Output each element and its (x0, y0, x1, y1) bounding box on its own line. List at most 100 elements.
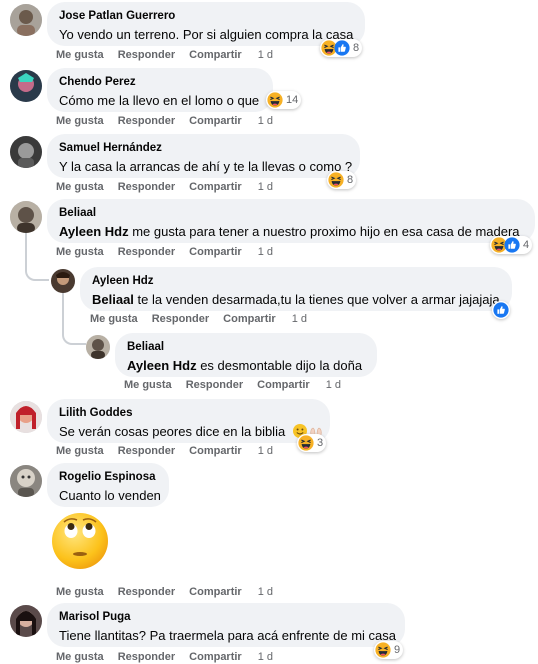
like-button[interactable]: Me gusta (56, 246, 104, 258)
reply-button[interactable]: Responder (118, 246, 175, 258)
avatar[interactable] (86, 335, 110, 359)
timestamp[interactable]: 1 d (258, 181, 273, 193)
avatar[interactable] (10, 70, 42, 102)
reply-button[interactable]: Responder (118, 651, 175, 663)
comment-author[interactable]: Lilith Goddes (59, 406, 318, 421)
reply-button[interactable]: Responder (186, 379, 243, 391)
comment-actions: Me gusta Responder Compartir 1 d (56, 444, 287, 458)
comment-author[interactable]: Chendo Perez (59, 75, 261, 90)
like-button[interactable]: Me gusta (56, 586, 104, 598)
timestamp[interactable]: 1 d (258, 115, 273, 127)
avatar[interactable] (10, 4, 42, 36)
share-button[interactable]: Compartir (257, 379, 310, 391)
timestamp[interactable]: 1 d (292, 313, 307, 325)
comment-text: Tiene llantitas? Pa traermela para acá e… (59, 628, 396, 643)
comment-author[interactable]: Beliaal (127, 340, 365, 355)
share-button[interactable]: Compartir (223, 313, 276, 325)
timestamp[interactable]: 1 d (326, 379, 341, 391)
comment-author[interactable]: Samuel Hernández (59, 141, 348, 156)
reactions-badge[interactable]: 8 (327, 171, 357, 189)
comment-actions: Me gusta Responder Compartir 1 d (56, 245, 287, 259)
reaction-count: 9 (394, 644, 401, 656)
comment-text: Ayleen Hdz es desmontable dijo la doña (127, 357, 365, 375)
comment-text: Yo vendo un terreno. Por si alguien comp… (59, 27, 354, 42)
reply-button[interactable]: Responder (118, 115, 175, 127)
reaction-count: 8 (347, 174, 354, 186)
share-button[interactable]: Compartir (189, 115, 242, 127)
comment-text-body: te la venden desarmada,tu la tienes que … (133, 292, 500, 307)
comment-author[interactable]: Rogelio Espinosa (59, 470, 157, 485)
timestamp[interactable]: 1 d (258, 651, 273, 663)
comment-actions: Me gusta Responder Compartir 1 d (56, 650, 287, 664)
reply-button[interactable]: Responder (118, 445, 175, 457)
like-button[interactable]: Me gusta (56, 115, 104, 127)
comment-text: Cómo me la llevo en el lomo o que (59, 93, 260, 108)
reply-button[interactable]: Responder (118, 181, 175, 193)
reactions-badge[interactable]: 9 (374, 641, 404, 659)
like-button[interactable]: Me gusta (124, 379, 172, 391)
avatar[interactable] (10, 465, 42, 497)
timestamp[interactable]: 1 d (258, 49, 273, 61)
share-button[interactable]: Compartir (189, 651, 242, 663)
timestamp[interactable]: 1 d (258, 445, 273, 457)
reaction-count: 8 (353, 42, 360, 54)
reactions-badge[interactable] (492, 301, 510, 319)
comment-bubble: Samuel Hernández Y la casa la arrancas d… (47, 134, 360, 178)
comment-bubble: Marisol Puga Tiene llantitas? Pa traerme… (47, 603, 405, 647)
like-button[interactable]: Me gusta (56, 651, 104, 663)
avatar[interactable] (10, 201, 42, 233)
comment-author[interactable]: Beliaal (59, 206, 523, 221)
comment-actions: Me gusta Responder Compartir 1 d (124, 378, 355, 392)
like-button[interactable]: Me gusta (56, 445, 104, 457)
comment-actions: Me gusta Responder Compartir 1 d (56, 48, 287, 62)
haha-reaction-icon (375, 642, 391, 658)
comment-author[interactable]: Marisol Puga (59, 610, 393, 625)
share-button[interactable]: Compartir (189, 49, 242, 61)
share-button[interactable]: Compartir (189, 181, 242, 193)
comment-bubble: Chendo Perez Cómo me la llevo en el lomo… (47, 68, 273, 112)
reactions-badge[interactable]: 8 (320, 39, 363, 57)
share-button[interactable]: Compartir (189, 586, 242, 598)
reactions-badge[interactable]: 14 (266, 91, 302, 109)
comment-text: Cuanto lo venden (59, 488, 161, 503)
timestamp[interactable]: 1 d (258, 246, 273, 258)
comment-text-body: es desmontable dijo la doña (196, 358, 363, 373)
comment-bubble: Rogelio Espinosa Cuanto lo venden (47, 463, 169, 507)
mention-link[interactable]: Ayleen Hdz (59, 224, 129, 239)
reply-button[interactable]: Responder (118, 586, 175, 598)
comment-author[interactable]: Ayleen Hdz (92, 274, 500, 289)
comment-text-body: me gusta para tener a nuestro proximo hi… (128, 224, 520, 239)
mention-link[interactable]: Beliaal (92, 292, 134, 307)
comment-text: Y la casa la arrancas de ahí y te la lle… (59, 159, 353, 174)
like-button[interactable]: Me gusta (56, 181, 104, 193)
comment-text-body: Se verán cosas peores dice en la biblia (59, 424, 286, 439)
comment-actions: Me gusta Responder Compartir 1 d (56, 180, 287, 194)
reply-button[interactable]: Responder (152, 313, 209, 325)
reply-button[interactable]: Responder (118, 49, 175, 61)
reactions-badge[interactable]: 3 (297, 434, 327, 452)
comment-text: Beliaal te la venden desarmada,tu la tie… (92, 291, 500, 309)
haha-reaction-icon (267, 92, 283, 108)
avatar[interactable] (10, 401, 42, 433)
share-button[interactable]: Compartir (189, 246, 242, 258)
haha-reaction-icon (328, 172, 344, 188)
share-button[interactable]: Compartir (189, 445, 242, 457)
comment-bubble: Jose Patlan Guerrero Yo vendo un terreno… (47, 2, 365, 46)
avatar[interactable] (10, 605, 42, 637)
like-reaction-icon (504, 237, 520, 253)
timestamp[interactable]: 1 d (258, 586, 273, 598)
comment-bubble: Ayleen Hdz Beliaal te la venden desarmad… (80, 267, 512, 311)
like-reaction-icon (493, 302, 509, 318)
avatar[interactable] (51, 269, 75, 293)
comment-author[interactable]: Jose Patlan Guerrero (59, 9, 353, 24)
like-button[interactable]: Me gusta (56, 49, 104, 61)
reaction-count: 4 (523, 239, 530, 251)
like-button[interactable]: Me gusta (90, 313, 138, 325)
mention-link[interactable]: Ayleen Hdz (127, 358, 197, 373)
comment-bubble: Lilith Goddes Se verán cosas peores dice… (47, 399, 330, 443)
reactions-badge[interactable]: 4 (490, 236, 533, 254)
avatar[interactable] (10, 136, 42, 168)
comment-actions: Me gusta Responder Compartir 1 d (56, 585, 287, 599)
comment-actions: Me gusta Responder Compartir 1 d (90, 312, 321, 326)
thread-curve (25, 262, 49, 281)
